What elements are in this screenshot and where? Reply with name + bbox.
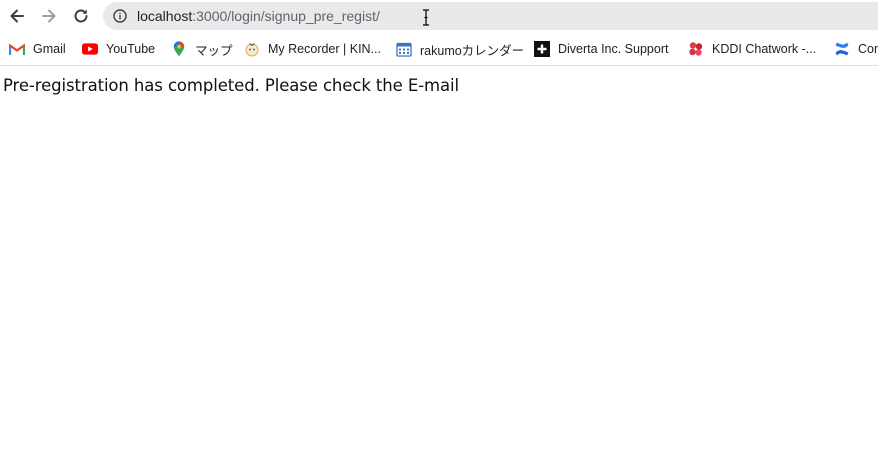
back-button[interactable] bbox=[5, 4, 29, 28]
diverta-icon bbox=[534, 41, 550, 57]
bookmark-maps[interactable]: マップ bbox=[171, 40, 233, 58]
reload-button[interactable] bbox=[69, 4, 93, 28]
calendar-icon bbox=[396, 41, 412, 57]
bookmark-label: My Recorder | KIN... bbox=[268, 42, 381, 56]
bookmark-label: YouTube bbox=[106, 42, 156, 56]
recorder-icon bbox=[244, 41, 260, 57]
bookmark-gmail[interactable]: Gmail bbox=[9, 40, 66, 58]
url-text[interactable]: localhost:3000/login/signup_pre_regist/ bbox=[137, 7, 380, 25]
bookmark-kddi-chatwork[interactable]: KDDI Chatwork -... bbox=[688, 40, 816, 58]
reload-icon bbox=[74, 9, 88, 23]
arrow-right-icon bbox=[42, 9, 56, 23]
bookmarks-bar: Gmail YouTube マップ My Recorder | KIN... r… bbox=[0, 34, 878, 64]
forward-button[interactable] bbox=[37, 4, 61, 28]
url-path: :3000/login/signup_pre_regist/ bbox=[192, 8, 380, 24]
address-bar[interactable]: localhost:3000/login/signup_pre_regist/ bbox=[103, 2, 878, 30]
info-icon[interactable] bbox=[113, 9, 127, 23]
bookmark-label: rakumoカレンダー bbox=[420, 43, 525, 58]
bookmark-confluence[interactable]: Con bbox=[834, 40, 878, 58]
chatwork-icon bbox=[688, 41, 704, 57]
confluence-icon bbox=[834, 41, 850, 57]
bookmark-label: Gmail bbox=[33, 42, 66, 56]
bookmark-label: マップ bbox=[195, 43, 233, 58]
bookmark-label: Con bbox=[858, 42, 878, 56]
text-cursor-icon bbox=[423, 9, 429, 26]
arrow-left-icon bbox=[10, 9, 24, 23]
toolbar-divider bbox=[0, 65, 878, 66]
confirmation-message: Pre-registration has completed. Please c… bbox=[3, 76, 459, 95]
gmail-icon bbox=[9, 41, 25, 57]
bookmark-youtube[interactable]: YouTube bbox=[82, 40, 155, 58]
url-host: localhost bbox=[137, 8, 193, 24]
bookmark-label: Diverta Inc. Support bbox=[558, 42, 669, 56]
bookmark-rakumo-calendar[interactable]: rakumoカレンダー bbox=[396, 40, 524, 58]
browser-toolbar: localhost:3000/login/signup_pre_regist/ bbox=[0, 0, 878, 32]
bookmark-my-recorder[interactable]: My Recorder | KIN... bbox=[244, 40, 381, 58]
youtube-icon bbox=[82, 41, 98, 57]
bookmark-diverta-support[interactable]: Diverta Inc. Support bbox=[534, 40, 668, 58]
maps-icon bbox=[171, 41, 187, 57]
bookmark-label: KDDI Chatwork -... bbox=[712, 42, 817, 56]
